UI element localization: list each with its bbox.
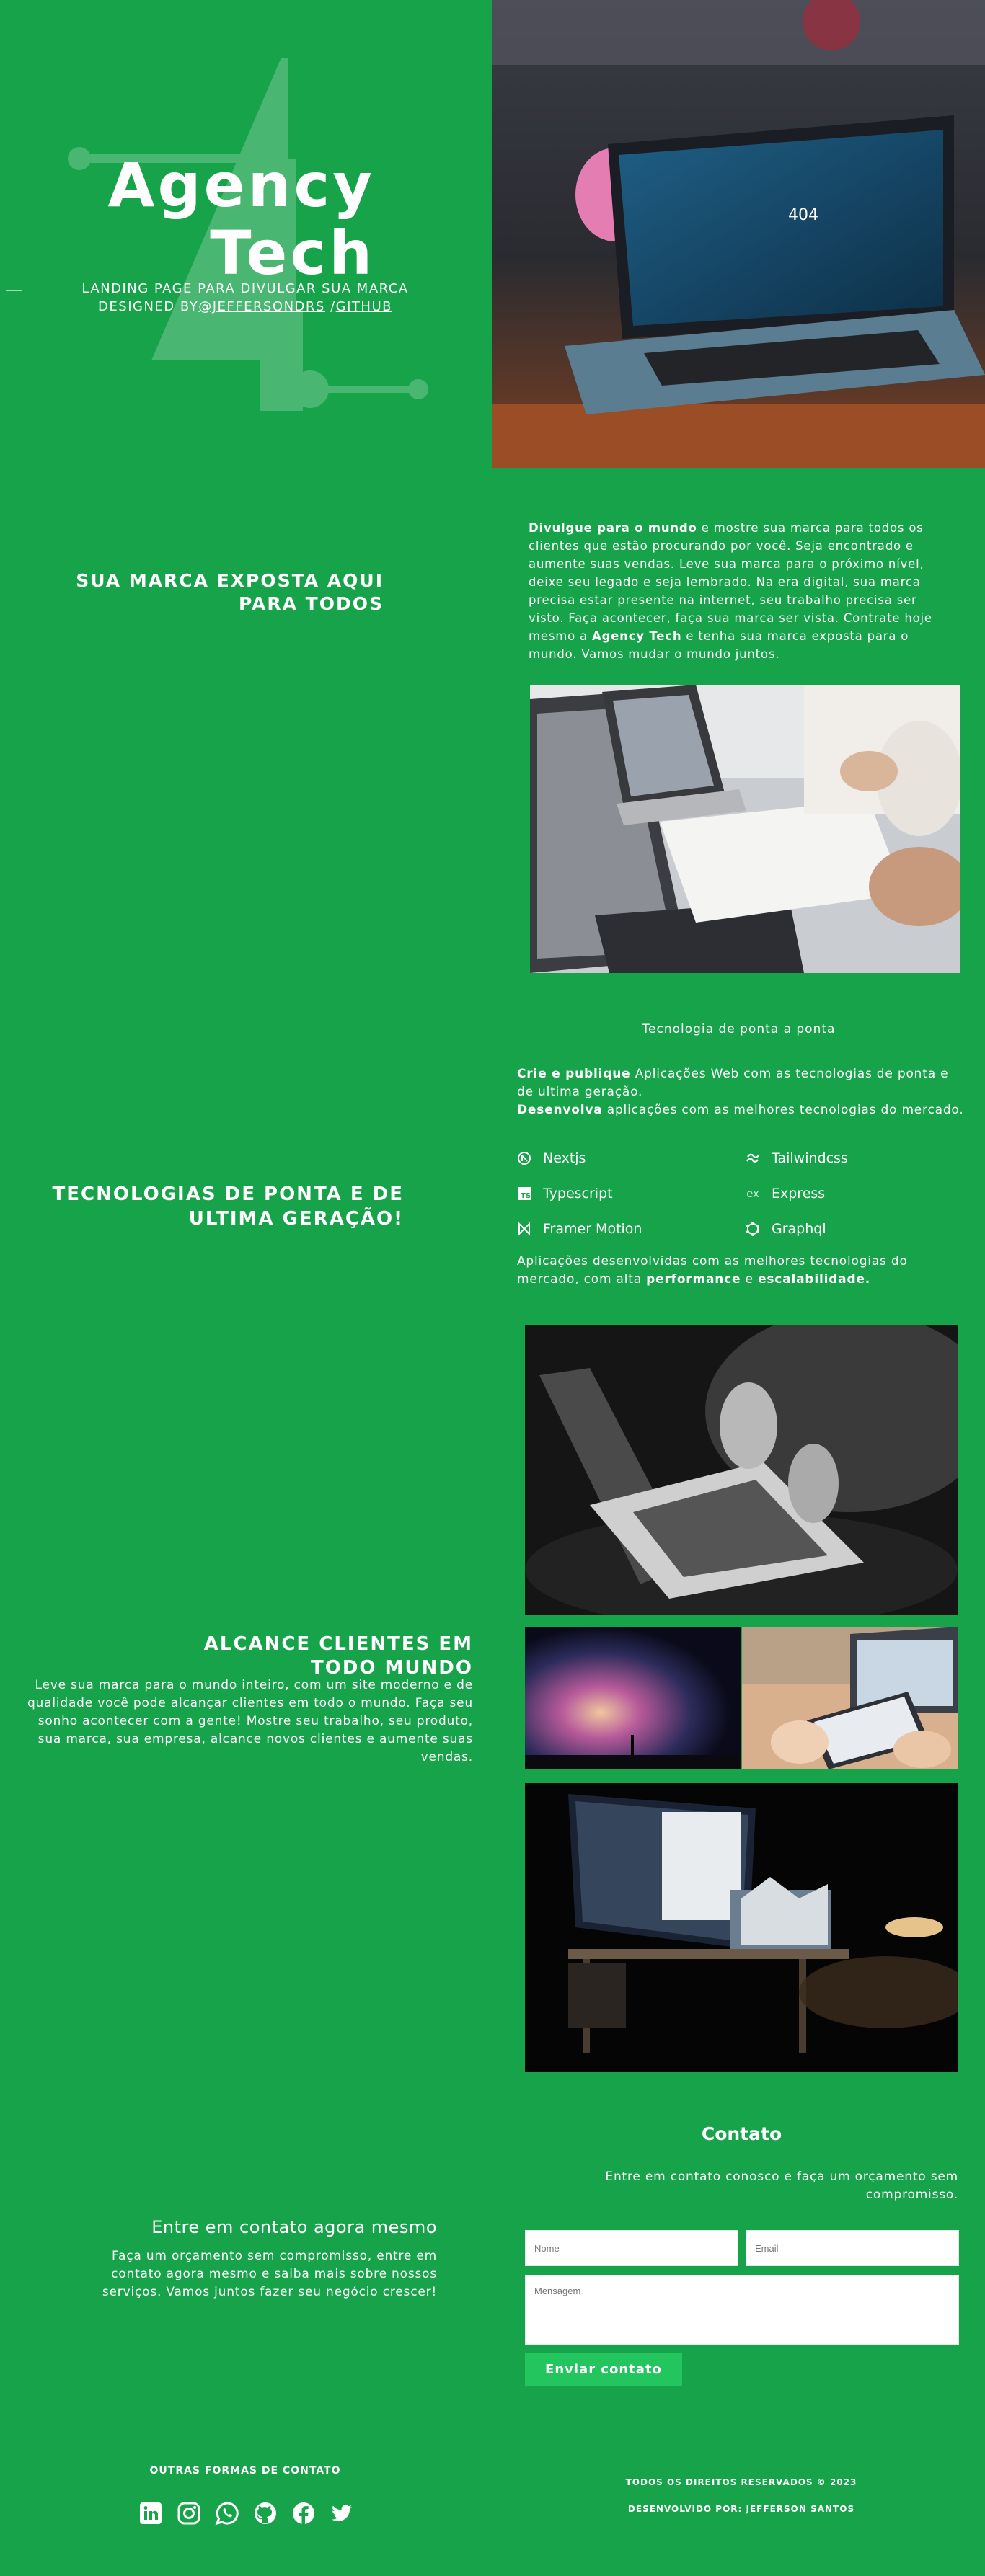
tech-label: Express <box>772 1186 826 1202</box>
send-contact-button[interactable]: Enviar contato <box>525 2353 682 2386</box>
tech-nextjs: Nextjs <box>517 1150 586 1166</box>
section2-heading-line1: TECNOLOGIAS DE PONTA E DE <box>52 1183 404 1205</box>
typing-laptop-photo <box>525 1325 958 1615</box>
section1-text1: e mostre sua marca para todos os cliente… <box>529 521 932 643</box>
github-icon[interactable] <box>253 2501 278 2526</box>
section1-heading-line1: SUA MARCA EXPOSTA AQUI <box>76 570 384 591</box>
section3-heading: ALCANCE CLIENTES EM TODO MUNDO <box>115 1633 473 1680</box>
section2-line2: Desenvolva aplicações com as melhores te… <box>517 1101 964 1119</box>
whatsapp-icon[interactable] <box>215 2501 239 2526</box>
author-link[interactable]: @JEFFERSONDRS <box>198 299 325 314</box>
meeting-photo <box>530 685 960 973</box>
section2-line2-bold: Desenvolva <box>517 1103 603 1117</box>
contact-subtitle: Entre em contato conosco e faça um orçam… <box>605 2169 958 2202</box>
name-input[interactable] <box>525 2230 738 2266</box>
performance-link[interactable]: performance <box>646 1272 741 1287</box>
hero-designed-by: DESIGNED BY <box>98 299 199 314</box>
contact-left-title: Entre em contato agora mesmo <box>151 2217 437 2237</box>
hero-subtitle-line1: LANDING PAGE PARA DIVULGAR SUA MARCA <box>81 281 409 296</box>
other-contact-title: OUTRAS FORMAS DE CONTATO <box>149 2465 341 2477</box>
section1-paragraph: Divulgue para o mundo e mostre sua marca… <box>529 519 947 663</box>
section2-heading-line2: ULTIMA GERAÇÃO! <box>188 1208 404 1230</box>
section2-line2-text: aplicações com as melhores tecnologias d… <box>602 1103 964 1117</box>
scalability-link[interactable]: escalabilidade. <box>758 1272 870 1287</box>
tech-label: Nextjs <box>543 1150 586 1166</box>
svg-text:TS: TS <box>521 1192 531 1200</box>
section1-bold1: Divulgue para o mundo <box>529 521 697 535</box>
typescript-icon: TS <box>517 1186 531 1201</box>
tech-label: Tailwindcss <box>772 1150 848 1166</box>
section1-heading-line2: PARA TODOS <box>239 593 384 614</box>
section2-line1: Crie e publique Aplicações Web com as te… <box>517 1065 964 1101</box>
tech-typescript: TS Typescript <box>517 1186 613 1202</box>
facebook-icon[interactable] <box>291 2501 316 2526</box>
email-input[interactable] <box>746 2230 959 2266</box>
instagram-icon[interactable] <box>177 2501 201 2526</box>
hero-laptop-photo: 404 <box>492 0 985 468</box>
desk-setup-photo <box>525 1783 958 2072</box>
section2-kicker: Tecnologia de ponta a ponta <box>642 1022 836 1036</box>
github-link[interactable]: GITHUB <box>336 299 392 314</box>
express-icon: ex <box>746 1187 759 1200</box>
graphql-icon <box>746 1222 760 1236</box>
tech-graphql: Graphql <box>746 1221 826 1237</box>
contact-left-text: Faça um orçamento sem compromisso, entre… <box>102 2249 437 2299</box>
milky-way-photo <box>525 1627 741 1769</box>
linkedin-icon[interactable] <box>138 2501 163 2526</box>
hero-title-line1: Agency <box>107 150 375 221</box>
message-textarea[interactable] <box>525 2275 959 2345</box>
section1-heading: SUA MARCA EXPOSTA AQUI PARA TODOS <box>43 569 384 616</box>
tech-framer: Framer Motion <box>517 1221 642 1237</box>
svg-text:404: 404 <box>788 206 818 224</box>
twitter-icon[interactable] <box>330 2501 354 2526</box>
tech-label: Framer Motion <box>543 1221 642 1237</box>
section1-bold2: Agency Tech <box>592 629 682 643</box>
nextjs-icon <box>517 1151 531 1165</box>
developed-by-text: DESENVOLVIDO POR: JEFFERSON SANTOS <box>627 2504 855 2514</box>
hero-title: Agency Tech <box>87 151 375 287</box>
copyright-text: TODOS OS DIREITOS RESERVADOS © 2023 <box>625 2477 857 2487</box>
laptop-tablet-photo <box>742 1627 958 1769</box>
tech-tailwind: Tailwindcss <box>746 1150 848 1166</box>
hero-subtitle: LANDING PAGE PARA DIVULGAR SUA MARCA DES… <box>79 280 411 316</box>
tailwind-icon <box>746 1151 760 1165</box>
tech-express: ex Express <box>746 1186 825 1202</box>
contact-title: Contato <box>701 2123 782 2144</box>
tech-label: Graphql <box>772 1221 826 1237</box>
section2-heading: TECNOLOGIAS DE PONTA E DE ULTIMA GERAÇÃO… <box>43 1182 404 1231</box>
hero-separator: / <box>324 299 336 314</box>
hero-title-line2: Tech <box>210 218 375 288</box>
section2-line1-bold: Crie e publique <box>517 1067 631 1081</box>
section2-closing: Aplicações desenvolvidas com as melhores… <box>517 1253 964 1289</box>
framer-icon <box>517 1222 531 1236</box>
section3-text: Leve sua marca para o mundo inteiro, com… <box>27 1678 473 1764</box>
section2-closing-and: e <box>741 1272 759 1287</box>
section3-heading-line1: ALCANCE CLIENTES EM <box>203 1633 473 1655</box>
tech-label: Typescript <box>543 1186 613 1202</box>
decorative-dash <box>6 290 22 291</box>
